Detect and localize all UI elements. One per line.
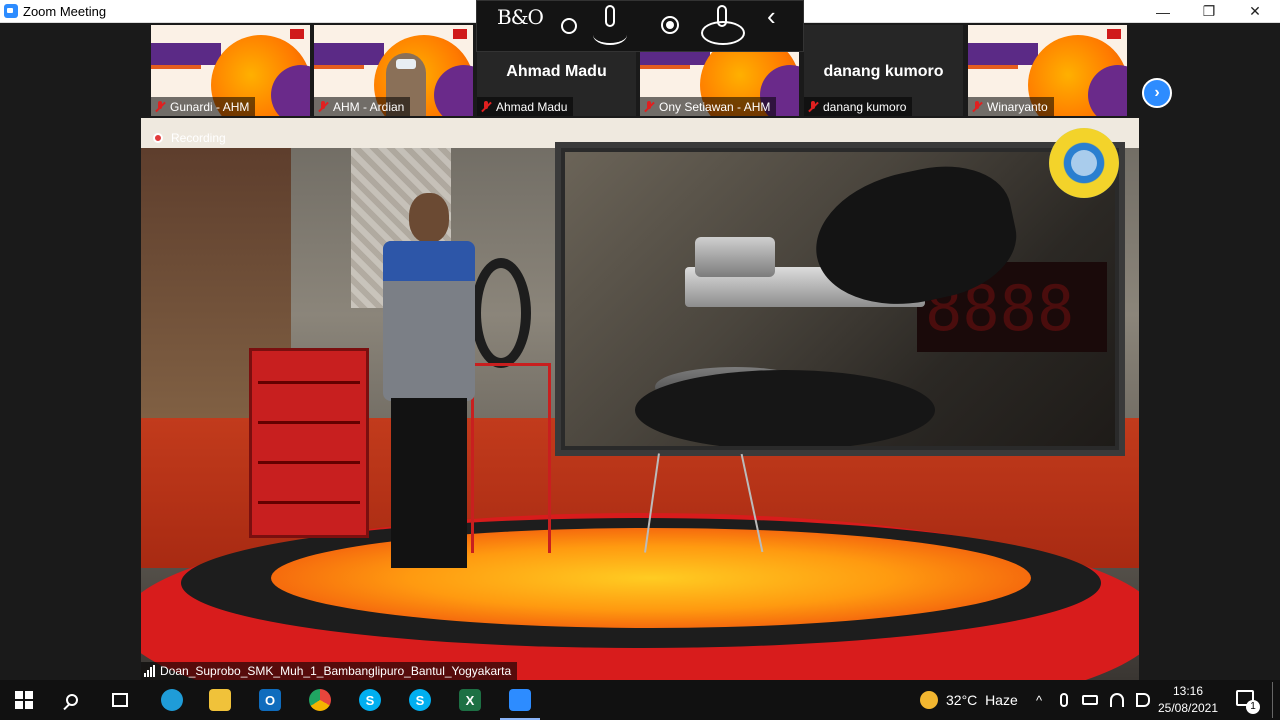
maximize-button[interactable]: ❐ [1186, 0, 1232, 23]
taskbar-edge[interactable] [148, 680, 196, 720]
skype-icon: S [359, 689, 381, 711]
transparency-off-icon[interactable] [561, 18, 577, 34]
bo-logo: B&O [497, 5, 544, 29]
taskbar-outlook[interactable]: O [246, 680, 294, 720]
weather-condition: Haze [985, 692, 1018, 708]
tray-overflow-button[interactable]: ^ [1036, 680, 1042, 720]
participant-tile[interactable]: Gunardi - AHM [151, 25, 310, 116]
sound-wave-icon [593, 25, 627, 45]
chevron-up-icon: ^ [1036, 692, 1043, 708]
participant-name: Gunardi - AHM [170, 99, 250, 114]
taskbar-excel[interactable]: X [446, 680, 494, 720]
outlook-icon: O [259, 689, 281, 711]
excel-icon: X [459, 689, 481, 711]
honda-logo [453, 29, 467, 39]
zoom-app-icon [4, 4, 18, 18]
show-desktop-button[interactable] [1272, 682, 1273, 718]
recording-indicator[interactable]: Recording [153, 130, 226, 146]
main-video[interactable]: Recording Doan_Suprobo_SMK_Muh_1_Bambang… [141, 118, 1139, 680]
tool-cart [249, 348, 369, 538]
clock-date: 25/08/2021 [1157, 701, 1219, 715]
mic-muted-icon [972, 100, 982, 113]
presentation-screen [555, 142, 1125, 456]
speaker-name: Doan_Suprobo_SMK_Muh_1_Bambanglipuro_Ban… [160, 664, 512, 678]
mic-muted-icon [808, 100, 818, 113]
headphones-overlay: B&O ‹ [476, 0, 804, 52]
windows-icon [15, 691, 33, 709]
presenter [373, 193, 483, 583]
microphone-icon[interactable] [605, 5, 615, 27]
participant-tile[interactable]: Winaryanto [968, 25, 1127, 116]
participant-name: Ahmad Madu [496, 99, 568, 114]
taskbar-file-explorer[interactable] [196, 680, 244, 720]
mic-muted-icon [318, 100, 328, 113]
weather-temp: 32°C [946, 692, 978, 708]
zoom-icon [509, 689, 531, 711]
start-button[interactable] [0, 680, 48, 720]
search-button[interactable] [48, 680, 96, 720]
battery-icon[interactable] [1082, 695, 1098, 705]
speaker-icon[interactable] [1136, 693, 1150, 707]
recording-label: Recording [171, 131, 226, 145]
next-page-button[interactable]: › [1142, 78, 1172, 108]
participant-tile[interactable]: AHM - Ardian [314, 25, 473, 116]
notification-count: 1 [1246, 700, 1260, 714]
chrome-icon [309, 689, 331, 711]
task-view-icon [112, 693, 128, 707]
clock-time: 13:16 [1172, 684, 1204, 698]
folder-icon [209, 689, 231, 711]
taskbar-chrome[interactable] [296, 680, 344, 720]
chevron-left-icon[interactable]: ‹ [767, 1, 776, 32]
edge-icon [161, 689, 183, 711]
close-button[interactable]: ✕ [1232, 0, 1278, 23]
school-emblem [1049, 128, 1119, 198]
taskbar-zoom[interactable] [496, 680, 544, 720]
haze-sun-icon [920, 691, 938, 709]
record-icon[interactable] [661, 16, 679, 34]
participant-display-name: Ahmad Madu [506, 63, 607, 80]
participant-name: Ony Setiawan - AHM [659, 99, 771, 114]
mic-muted-icon [644, 100, 654, 113]
mic-muted-icon [155, 100, 165, 113]
chevron-right-icon: › [1154, 84, 1160, 101]
participant-name: danang kumoro [823, 99, 907, 114]
minimize-button[interactable]: — [1140, 0, 1186, 23]
search-icon [66, 694, 78, 706]
participant-tile[interactable]: danang kumoro danang kumoro [804, 25, 963, 116]
mic-muted-icon [481, 100, 491, 113]
weather-widget[interactable]: 32°C Haze [920, 680, 1018, 720]
participant-display-name: danang kumoro [823, 63, 944, 80]
wifi-icon[interactable] [1110, 693, 1124, 707]
recording-icon [153, 133, 163, 143]
skype-icon: S [409, 689, 431, 711]
sound-ring-icon [701, 21, 745, 45]
signal-strength-icon [144, 665, 155, 677]
microphone-icon[interactable] [1060, 693, 1068, 707]
participant-name: AHM - Ardian [333, 99, 405, 114]
participant-name: Winaryanto [987, 99, 1048, 114]
task-view-button[interactable] [96, 680, 144, 720]
tray-icons [1060, 680, 1150, 720]
taskbar-skype[interactable]: S [346, 680, 394, 720]
system-clock[interactable]: 13:16 25/08/2021 [1150, 683, 1226, 717]
honda-logo [290, 29, 304, 39]
taskbar-skype-2[interactable]: S [396, 680, 444, 720]
honda-logo [1107, 29, 1121, 39]
speaker-label: Doan_Suprobo_SMK_Muh_1_Bambanglipuro_Ban… [141, 662, 518, 680]
window-title: Zoom Meeting [23, 3, 107, 19]
